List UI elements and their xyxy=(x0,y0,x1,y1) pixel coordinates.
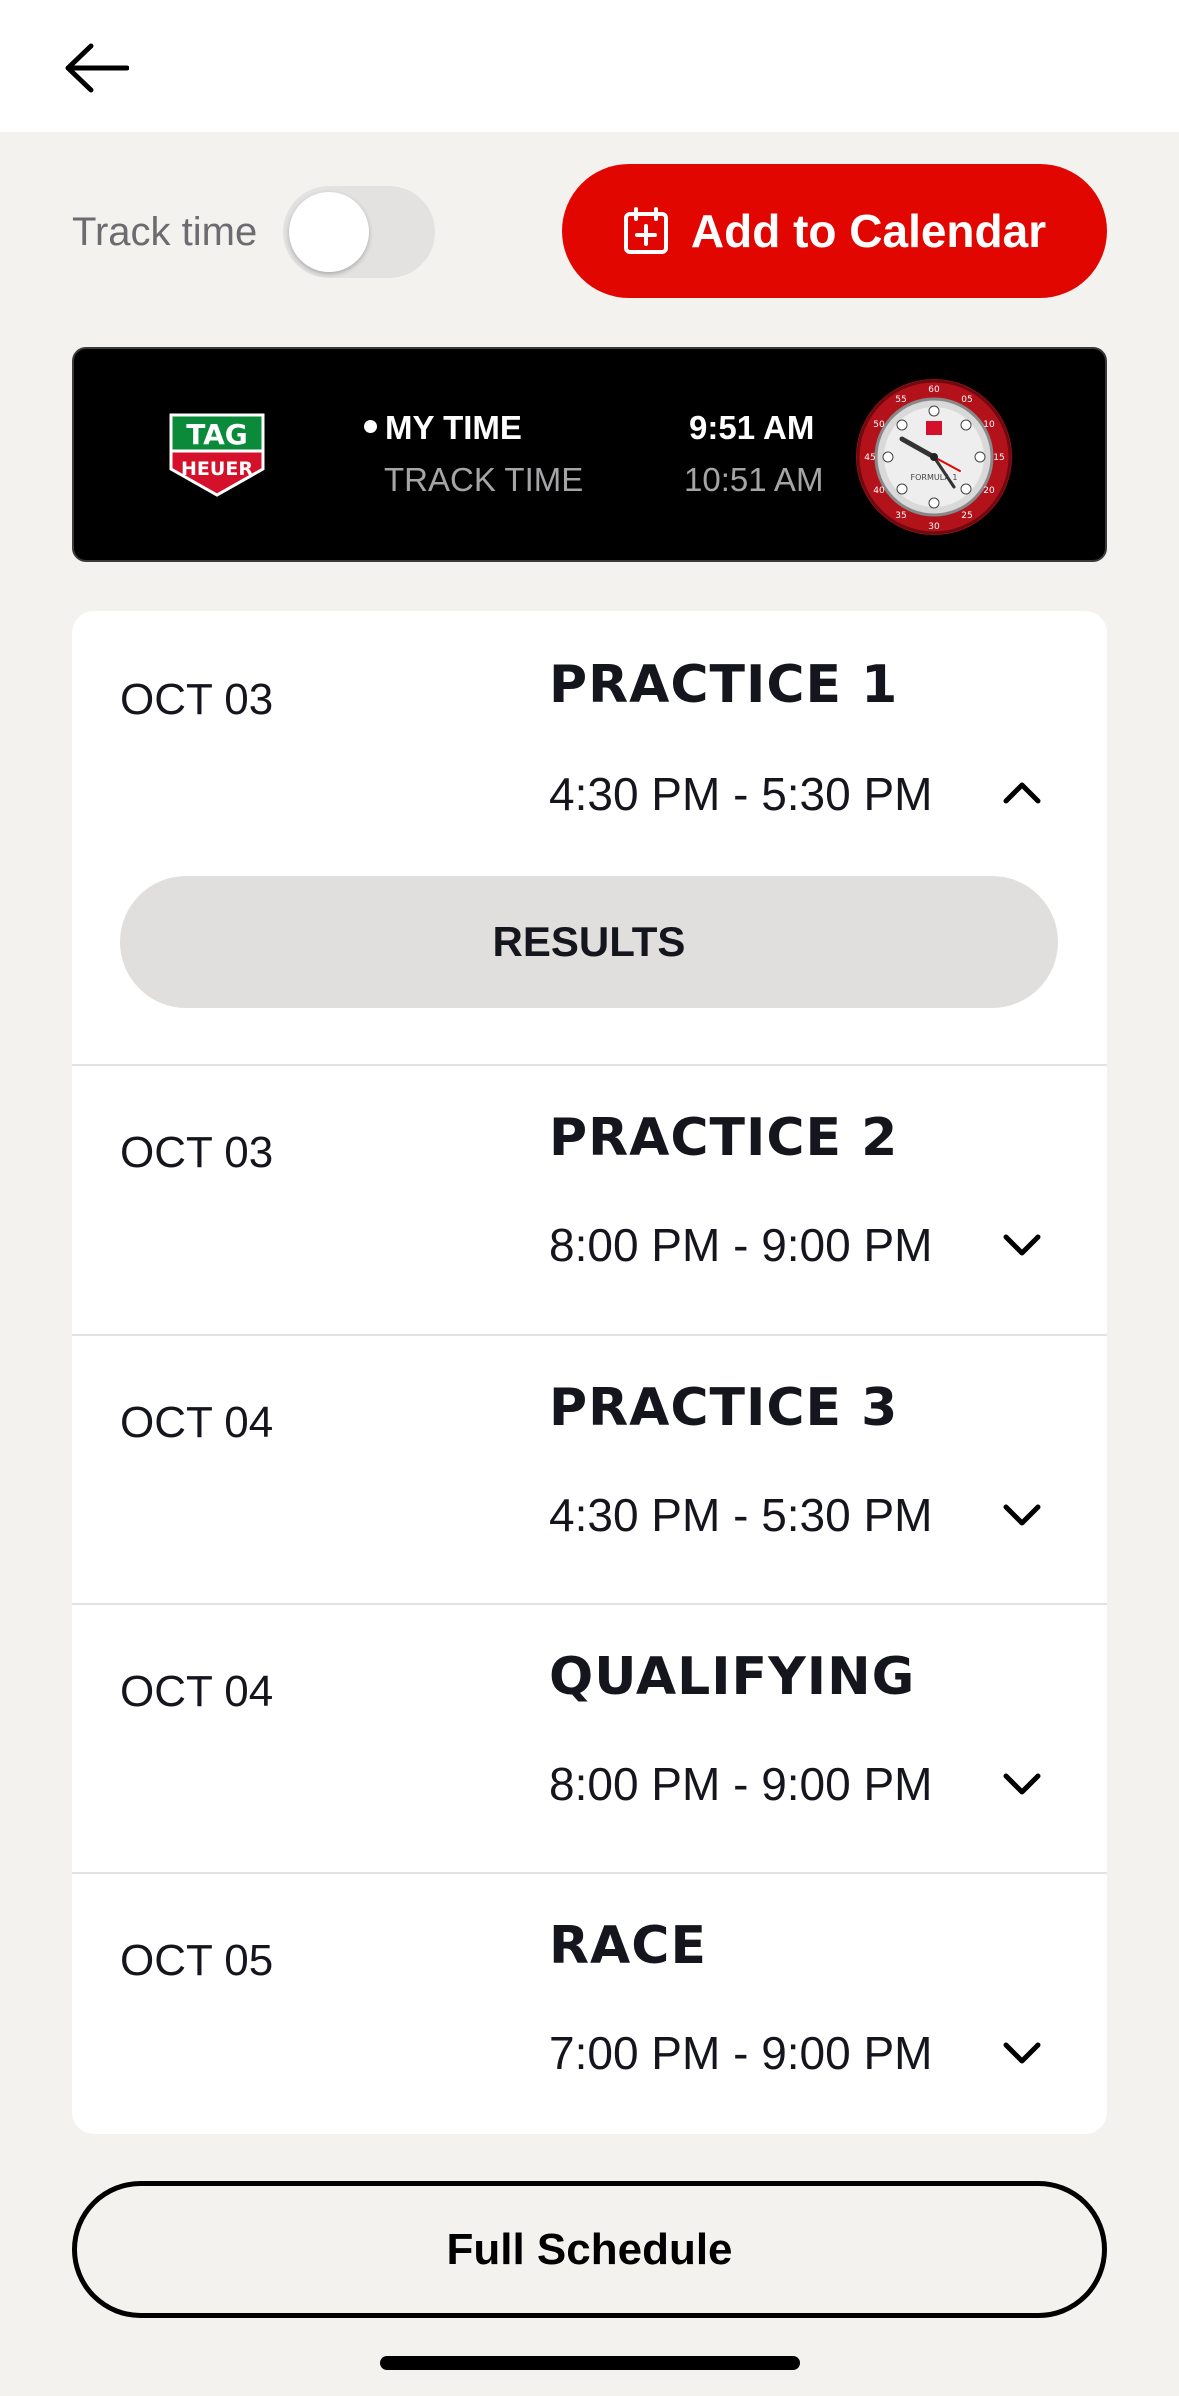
track-time-value: 10:51 AM xyxy=(684,461,824,498)
chevron-up-icon xyxy=(1003,782,1041,804)
svg-text:20: 20 xyxy=(983,486,995,496)
track-time-label-banner: TRACK TIME xyxy=(384,461,584,498)
session-time: 7:00 PM - 9:00 PM xyxy=(549,2027,933,2079)
my-time-label: MY TIME xyxy=(385,409,522,446)
watch-icon: 600510 152025 303540 455055 FORMULA 1 xyxy=(856,379,1012,535)
calendar-add-icon xyxy=(623,207,668,254)
chevron-down-icon xyxy=(1003,1773,1041,1795)
svg-text:HEUER: HEUER xyxy=(181,458,253,480)
full-schedule-button[interactable]: Full Schedule xyxy=(72,2181,1107,2318)
time-zones: MY TIME 9:51 AM TRACK TIME 10:51 AM xyxy=(364,409,844,509)
expand-button[interactable] xyxy=(992,1755,1052,1815)
session-date: OCT 03 xyxy=(120,675,274,724)
session-date: OCT 04 xyxy=(120,1398,274,1447)
session-time: 8:00 PM - 9:00 PM xyxy=(549,1219,933,1271)
svg-text:15: 15 xyxy=(993,453,1004,463)
session-name: QUALIFYING xyxy=(549,1647,916,1707)
results-button[interactable]: RESULTS xyxy=(120,876,1058,1008)
back-button[interactable] xyxy=(56,32,136,104)
track-time-toggle[interactable] xyxy=(283,186,436,278)
home-indicator[interactable] xyxy=(380,2356,800,2370)
svg-text:05: 05 xyxy=(961,395,972,405)
expand-button[interactable] xyxy=(992,2024,1052,2084)
results-label: RESULTS xyxy=(492,918,686,965)
top-bar xyxy=(0,0,1179,132)
session-item[interactable]: OCT 04 PRACTICE 3 4:30 PM - 5:30 PM xyxy=(72,1334,1107,1603)
session-date: OCT 05 xyxy=(120,1936,274,1985)
session-name: PRACTICE 3 xyxy=(549,1378,899,1438)
session-item[interactable]: OCT 04 QUALIFYING 8:00 PM - 9:00 PM xyxy=(72,1603,1107,1872)
collapse-button[interactable] xyxy=(992,762,1052,822)
svg-text:25: 25 xyxy=(961,511,972,521)
svg-text:55: 55 xyxy=(895,395,906,405)
svg-text:35: 35 xyxy=(895,511,906,521)
track-time-label: Track time xyxy=(72,209,258,254)
session-name: PRACTICE 2 xyxy=(549,1108,899,1168)
svg-text:60: 60 xyxy=(928,385,940,395)
chevron-down-icon xyxy=(1003,1504,1041,1526)
full-schedule-label: Full Schedule xyxy=(446,2224,733,2274)
add-to-calendar-button[interactable]: Add to Calendar xyxy=(562,164,1107,298)
session-item[interactable]: OCT 03 PRACTICE 1 4:30 PM - 5:30 PM RESU… xyxy=(72,611,1107,1064)
session-name: RACE xyxy=(549,1916,707,1976)
track-time-row-banner: TRACK TIME 10:51 AM xyxy=(364,461,844,511)
svg-text:40: 40 xyxy=(873,486,885,496)
session-item[interactable]: OCT 05 RACE 7:00 PM - 9:00 PM xyxy=(72,1872,1107,2134)
svg-text:10: 10 xyxy=(983,420,995,430)
svg-text:30: 30 xyxy=(928,522,940,532)
active-dot xyxy=(364,419,377,433)
session-time: 8:00 PM - 9:00 PM xyxy=(549,1758,933,1810)
svg-text:TAG: TAG xyxy=(186,418,248,451)
session-date: OCT 03 xyxy=(120,1128,274,1177)
arrow-left-icon xyxy=(65,43,129,93)
sessions-list: OCT 03 PRACTICE 1 4:30 PM - 5:30 PM RESU… xyxy=(72,611,1107,2134)
my-time-row: MY TIME 9:51 AM xyxy=(364,409,844,459)
schedule-screen: Track time Add to Calendar TAG HEUER MY … xyxy=(0,0,1179,2396)
chevron-down-icon xyxy=(1003,2042,1041,2064)
session-time: 4:30 PM - 5:30 PM xyxy=(549,768,933,820)
time-banner: TAG HEUER MY TIME 9:51 AM TRACK TIME 10:… xyxy=(72,347,1107,562)
session-date: OCT 04 xyxy=(120,1667,274,1716)
tag-heuer-logo: TAG HEUER xyxy=(169,413,265,497)
my-time-value: 9:51 AM xyxy=(689,409,815,446)
add-to-calendar-label: Add to Calendar xyxy=(690,205,1047,257)
session-item[interactable]: OCT 03 PRACTICE 2 8:00 PM - 9:00 PM xyxy=(72,1064,1107,1334)
expand-button[interactable] xyxy=(992,1216,1052,1276)
svg-text:45: 45 xyxy=(864,453,875,463)
session-time: 4:30 PM - 5:30 PM xyxy=(549,1489,933,1541)
chevron-down-icon xyxy=(1003,1234,1041,1256)
toggle-knob xyxy=(289,192,370,272)
track-time-row: Track time xyxy=(72,164,436,300)
expand-button[interactable] xyxy=(992,1486,1052,1546)
svg-text:50: 50 xyxy=(873,420,885,430)
session-name: PRACTICE 1 xyxy=(549,655,899,715)
